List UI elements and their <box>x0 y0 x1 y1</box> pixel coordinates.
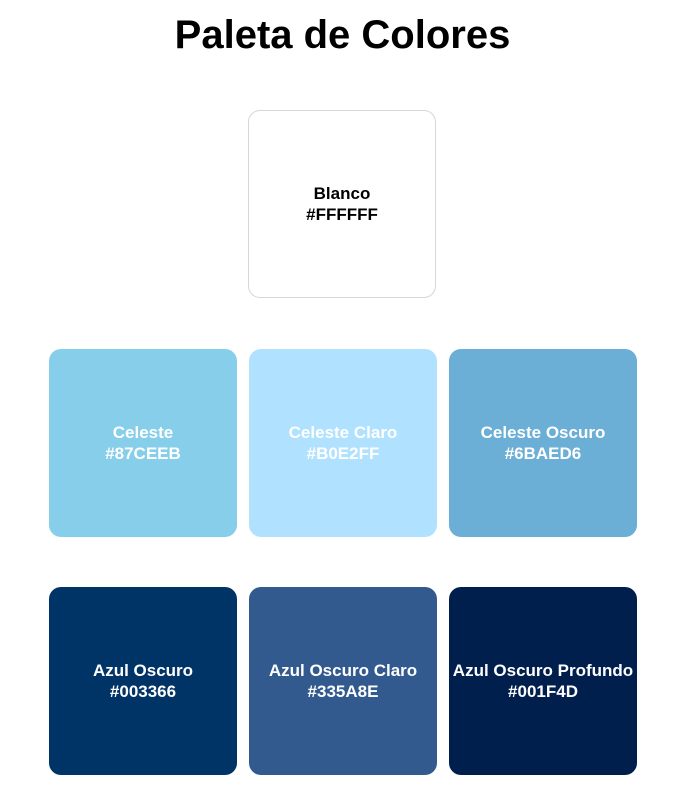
color-hex: #FFFFFF <box>306 205 378 224</box>
page-title: Paleta de Colores <box>174 13 511 57</box>
color-hex: #335A8E <box>307 682 379 701</box>
color-name: Azul Oscuro <box>92 661 194 680</box>
color-swatch-celeste-claro: Celeste Claro #B0E2FF <box>249 349 437 537</box>
color-name: Azul Oscuro Claro <box>268 661 418 680</box>
color-swatch-azul-oscuro: Azul Oscuro #003366 <box>49 587 237 775</box>
color-name: Azul Oscuro Profundo <box>452 661 634 680</box>
color-hex: #003366 <box>109 682 177 701</box>
color-swatch-azul-oscuro-claro: Azul Oscuro Claro #335A8E <box>249 587 437 775</box>
color-hex: #B0E2FF <box>306 444 380 463</box>
color-name: Celeste Claro <box>288 423 398 442</box>
color-hex: #001F4D <box>508 682 578 701</box>
color-swatch-blanco: Blanco #FFFFFF <box>248 110 436 298</box>
color-name: Celeste Oscuro <box>480 423 606 442</box>
color-hex: #87CEEB <box>105 444 181 463</box>
color-swatch-celeste-oscuro: Celeste Oscuro #6BAED6 <box>449 349 637 537</box>
color-name: Blanco <box>313 184 371 203</box>
color-swatch-celeste: Celeste #87CEEB <box>49 349 237 537</box>
color-swatch-azul-oscuro-profundo: Azul Oscuro Profundo #001F4D <box>449 587 637 775</box>
color-name: Celeste <box>112 423 174 442</box>
color-hex: #6BAED6 <box>504 444 582 463</box>
